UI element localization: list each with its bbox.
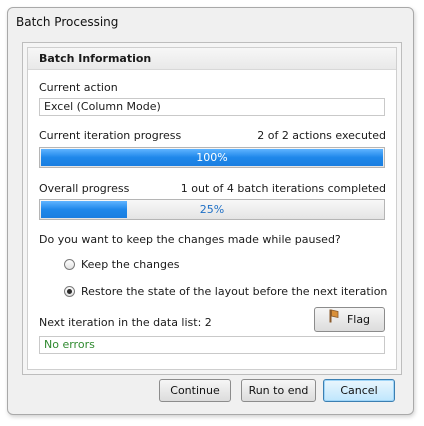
current-action-field: Excel (Column Mode) xyxy=(39,98,385,116)
batch-processing-dialog: Batch Processing Batch Information Curre… xyxy=(7,7,414,415)
overall-progress-percent: 25% xyxy=(199,203,225,216)
overall-progress-summary: 1 out of 4 batch iterations completed xyxy=(180,182,386,195)
restore-layout-option[interactable]: Restore the state of the layout before t… xyxy=(64,285,387,298)
iteration-progress-percent: 100% xyxy=(196,151,228,164)
radio-dot xyxy=(67,289,72,294)
restore-layout-label: Restore the state of the layout before t… xyxy=(81,285,388,298)
flag-button-label: Flag xyxy=(346,313,371,326)
status-text: No errors xyxy=(44,338,95,351)
paused-changes-question: Do you want to keep the changes made whi… xyxy=(39,233,341,246)
continue-button[interactable]: Continue xyxy=(159,379,231,402)
restore-layout-radio[interactable] xyxy=(64,286,75,297)
current-action-label: Current action xyxy=(39,81,118,94)
batch-information-group: Batch Information Current action Excel (… xyxy=(27,47,397,370)
flag-icon xyxy=(329,309,339,330)
batch-information-panel: Batch Information Current action Excel (… xyxy=(22,42,402,375)
overall-progress-bar: 25% xyxy=(39,199,385,220)
status-field: No errors xyxy=(39,336,385,354)
keep-changes-option[interactable]: Keep the changes xyxy=(64,258,179,271)
iteration-progress-label: Current iteration progress xyxy=(39,129,182,142)
overall-progress-label: Overall progress xyxy=(39,182,130,195)
next-iteration-label: Next iteration in the data list: 2 xyxy=(39,316,212,329)
keep-changes-radio[interactable] xyxy=(64,259,75,270)
iteration-progress-bar: 100% xyxy=(39,147,385,168)
cancel-button[interactable]: Cancel xyxy=(323,379,395,402)
run-to-end-button[interactable]: Run to end xyxy=(241,379,316,402)
group-title: Batch Information xyxy=(28,48,396,70)
iteration-progress-summary: 2 of 2 actions executed xyxy=(257,129,386,142)
flag-button[interactable]: Flag xyxy=(314,307,385,332)
window-title: Batch Processing xyxy=(16,15,119,29)
keep-changes-label: Keep the changes xyxy=(81,258,180,271)
